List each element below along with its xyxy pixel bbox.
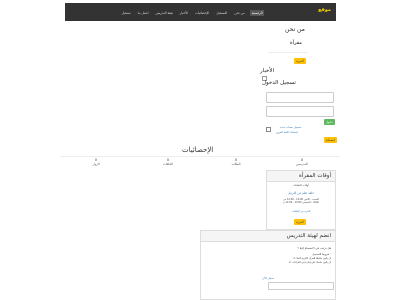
times-panel-subtitle: أوقات الحلقات (293, 184, 309, 187)
times-line-2: الثلاثاء - الخميس 10:00 - 12:00 م (283, 201, 319, 204)
times-more-link[interactable]: المزيد من الحلقات (267, 210, 335, 213)
about-divider (268, 52, 308, 53)
stat-visitors: 0 الزوار (88, 158, 104, 166)
news-title: الأخبار (260, 68, 275, 74)
remember-checkbox[interactable] (266, 127, 271, 132)
nav-item-teachers[interactable]: هيئة التدريس (154, 10, 174, 16)
forgot-row: استعادة كلمة المرور (276, 131, 298, 134)
nav-item-signup[interactable]: تسجيل (120, 10, 132, 16)
nav-menu: الرئيسية من نحن التسجيل الإحصائيات الأخب… (120, 10, 265, 16)
join-email-input[interactable] (268, 282, 334, 290)
join-button[interactable]: انضمام (324, 137, 337, 143)
stat-circles: 0 الحلقات (160, 158, 176, 166)
top-navbar: موقع الرئيسية من نحن التسجيل الإحصائيات … (65, 3, 336, 21)
stat-students-label: الطلاب (231, 162, 241, 166)
join-requirement-2: 2- أن يكون حاصلا على إجازة في القراءات (288, 261, 331, 264)
about-subtitle: مقرأة (290, 40, 302, 46)
about-more-button[interactable]: المزيد (294, 58, 306, 64)
nav-item-about[interactable]: من نحن (233, 10, 247, 16)
password-input[interactable] (266, 106, 334, 117)
about-title: من نحن (285, 26, 305, 33)
join-panel-title: انضم لهيئة التدريس (201, 231, 335, 242)
times-panel-link[interactable]: حلقة تعلم فن الترتيل (267, 191, 335, 195)
nav-item-home[interactable]: الرئيسية (250, 10, 265, 16)
register-row: تسجيل حساب جديد (280, 126, 301, 129)
stat-teachers-label: المدرسين (295, 162, 309, 166)
stat-students: 0 الطلاب (228, 158, 244, 166)
stats-title: الإحصائيات (182, 146, 214, 154)
login-submit-button[interactable]: دخول (324, 119, 335, 125)
join-requirement-1: 1- أن يكون حافظا للقرآن الكريم كاملا (293, 257, 331, 260)
join-requirements-title: شروط التسجيل : (312, 253, 331, 256)
login-title: تسجيل الدخول (262, 80, 296, 86)
register-link[interactable]: تسجيل حساب جديد (280, 126, 301, 129)
stat-circles-label: الحلقات (163, 162, 173, 166)
stat-visitors-label: الزوار (92, 162, 100, 166)
stat-teachers: 0 المدرسين (294, 158, 310, 166)
join-question: هل ترغب في الانضمام إلينا ؟ (297, 246, 331, 250)
username-input[interactable] (266, 92, 334, 103)
stats-divider (60, 156, 340, 157)
join-signup-link[interactable]: سجل الآن (201, 276, 335, 280)
nav-item-news[interactable]: الأخبار (178, 10, 189, 16)
forgot-password-link[interactable]: استعادة كلمة المرور (276, 131, 298, 134)
site-brand[interactable]: موقع (318, 7, 331, 13)
nav-item-stats[interactable]: الإحصائيات (193, 10, 210, 16)
times-more-button[interactable]: المزيد (294, 219, 306, 225)
nav-item-register[interactable]: التسجيل (215, 10, 229, 16)
nav-item-contact[interactable]: اتصل بنا (136, 10, 150, 16)
times-panel-title: أوقات المقرأة (267, 171, 335, 182)
